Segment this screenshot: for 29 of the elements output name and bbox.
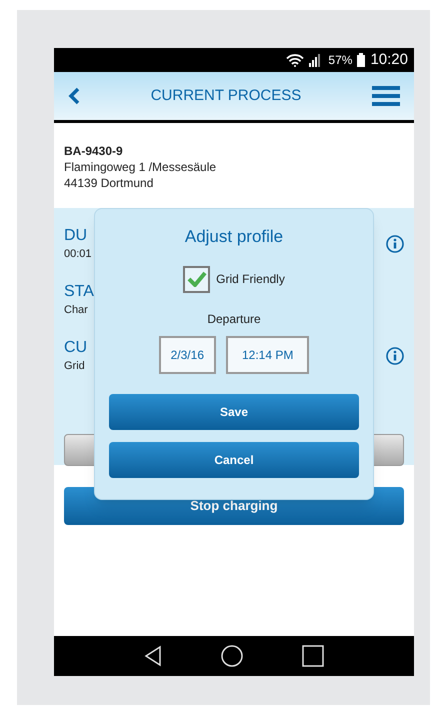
detail-value: Char <box>64 302 89 318</box>
detail-value: 00:01 <box>64 246 92 262</box>
battery-icon <box>357 53 366 67</box>
date-field[interactable]: 2/3/16 <box>158 336 216 374</box>
wifi-icon <box>286 54 304 66</box>
detail-heading: DU <box>64 226 88 246</box>
back-triangle-icon[interactable] <box>144 645 162 667</box>
station-id: BA-9430-9 <box>64 143 124 159</box>
info-icon[interactable] <box>386 347 404 365</box>
back-icon[interactable] <box>68 87 80 105</box>
dialog-title: Adjust profile <box>184 226 284 248</box>
home-circle-icon[interactable] <box>220 645 243 667</box>
station-city: 44139 Dortmund <box>64 175 154 191</box>
screen-title: CURRENT PROCESS <box>150 86 302 106</box>
station-street: Flamingoweg 1 /Messesäule <box>64 159 218 175</box>
time-field[interactable]: 12:14 PM <box>226 336 310 374</box>
detail-value: Grid <box>64 358 86 374</box>
grid-friendly-checkbox[interactable] <box>183 266 210 292</box>
menu-icon[interactable] <box>372 86 400 106</box>
clock: 10:20 <box>370 50 408 70</box>
save-button[interactable]: Save <box>109 394 359 430</box>
battery-percent: 57% <box>328 52 352 69</box>
detail-heading: CU <box>64 338 88 358</box>
grid-friendly-label: Grid Friendly <box>216 271 285 288</box>
detail-heading: STA <box>64 282 94 302</box>
info-icon[interactable] <box>386 235 404 253</box>
departure-label: Departure <box>207 310 261 328</box>
square-icon[interactable] <box>302 645 324 667</box>
cancel-button[interactable]: Cancel <box>109 442 359 478</box>
